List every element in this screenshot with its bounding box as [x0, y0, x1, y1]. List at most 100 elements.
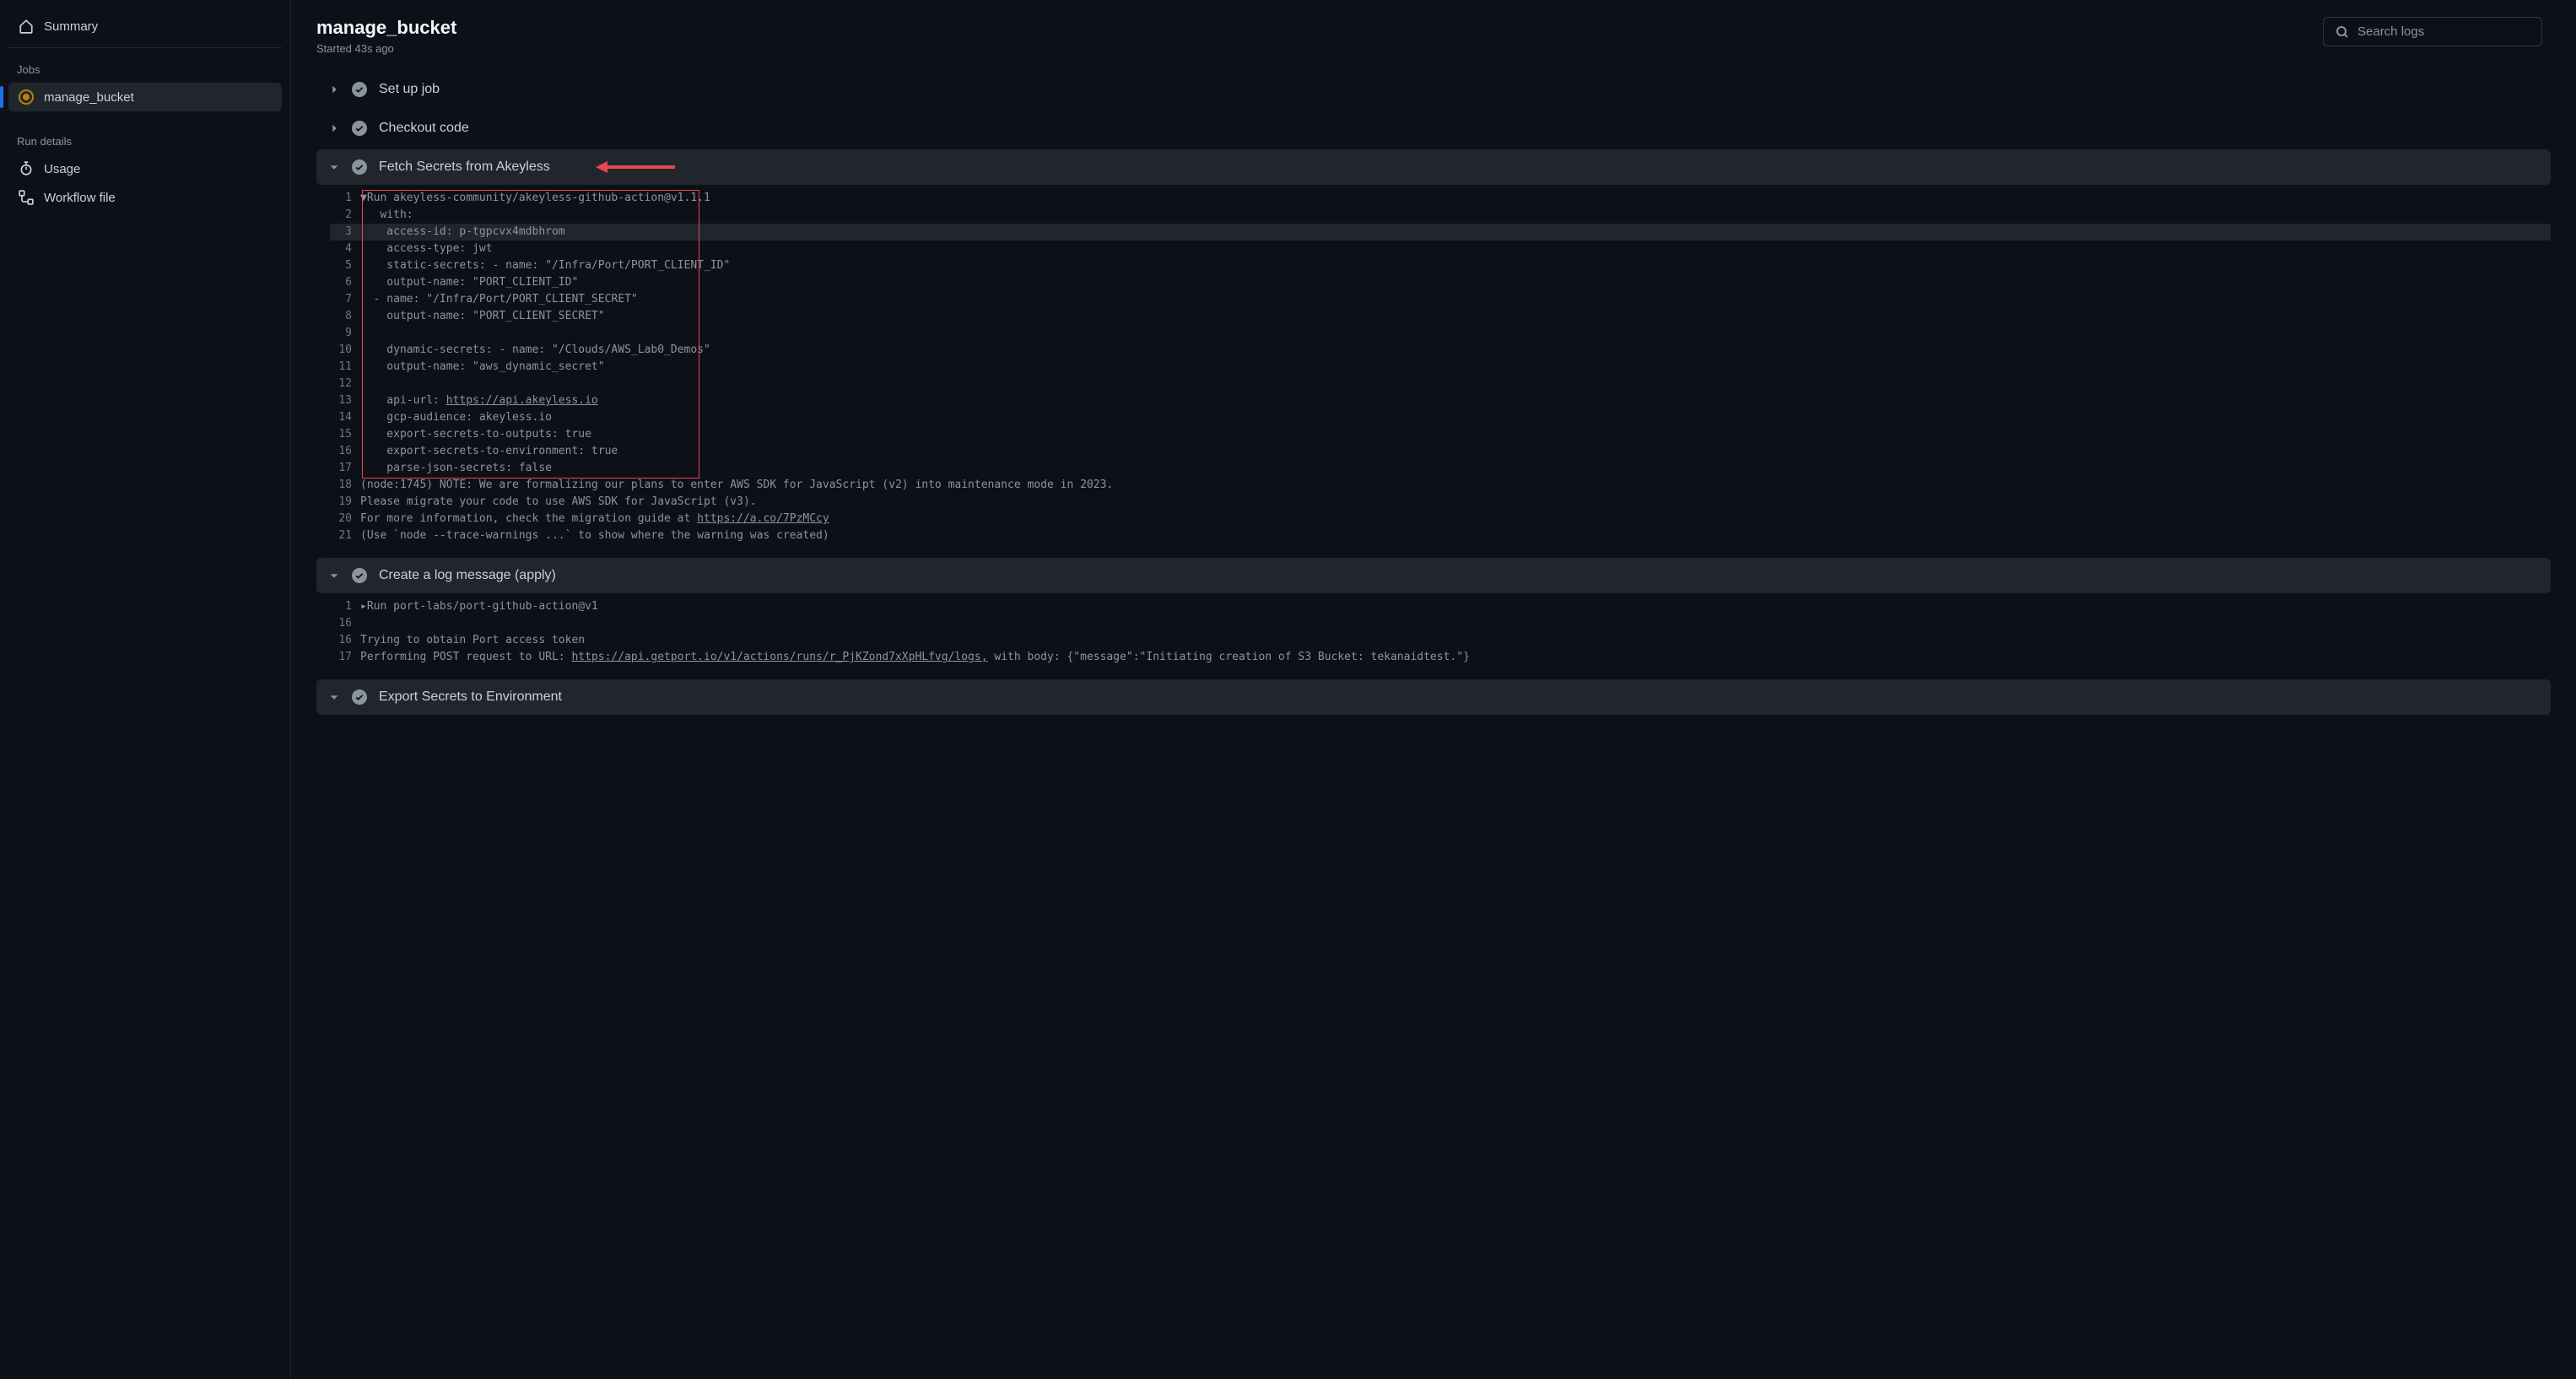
- line-number: 14: [330, 409, 360, 426]
- annotation-arrow: [596, 161, 675, 173]
- started-ago: Started 43s ago: [316, 42, 456, 55]
- log-link[interactable]: https://a.co/7PzMCcy: [697, 512, 829, 525]
- log-create-log-message: 1▸Run port-labs/port-github-action@v1161…: [330, 598, 2551, 666]
- log-line: 17Performing POST request to URL: https:…: [330, 649, 2551, 666]
- log-text: export-secrets-to-outputs: true: [360, 426, 2551, 443]
- log-line: 8 output-name: "PORT_CLIENT_SECRET": [330, 308, 2551, 325]
- log-line: 1▸Run port-labs/port-github-action@v1: [330, 598, 2551, 615]
- chevron-right-icon: [328, 84, 340, 95]
- sidebar-summary[interactable]: Summary: [8, 10, 282, 42]
- steps-list: Set up job Checkout code: [291, 72, 2576, 1379]
- log-line: 10 dynamic-secrets: - name: "/Clouds/AWS…: [330, 342, 2551, 359]
- sidebar-job-label: manage_bucket: [44, 90, 134, 105]
- log-text: export-secrets-to-environment: true: [360, 443, 2551, 460]
- step-label: Set up job: [379, 82, 440, 97]
- log-line: 20For more information, check the migrat…: [330, 511, 2551, 527]
- step-fetch-secrets[interactable]: Fetch Secrets from Akeyless: [316, 149, 2551, 185]
- sidebar-summary-label: Summary: [44, 19, 98, 34]
- line-number: 10: [330, 342, 360, 359]
- line-number: 4: [330, 241, 360, 257]
- line-number: 8: [330, 308, 360, 325]
- search-icon: [2336, 25, 2349, 39]
- log-text: Please migrate your code to use AWS SDK …: [360, 494, 2551, 511]
- log-text: ▼Run akeyless-community/akeyless-github-…: [360, 190, 2551, 207]
- log-line: 19Please migrate your code to use AWS SD…: [330, 494, 2551, 511]
- log-line: 17 parse-json-secrets: false: [330, 460, 2551, 477]
- sidebar-usage-label: Usage: [44, 162, 80, 176]
- check-icon: [352, 160, 367, 175]
- search-input[interactable]: [2357, 24, 2530, 39]
- log-text: (node:1745) NOTE: We are formalizing our…: [360, 477, 2551, 494]
- chevron-down-icon: [328, 691, 340, 703]
- log-line: 13 api-url: https://api.akeyless.io: [330, 392, 2551, 409]
- line-number: 16: [330, 632, 360, 649]
- log-text: output-name: "PORT_CLIENT_ID": [360, 274, 2551, 291]
- log-line: 12: [330, 376, 2551, 392]
- log-text: gcp-audience: akeyless.io: [360, 409, 2551, 426]
- log-line: 15 export-secrets-to-outputs: true: [330, 426, 2551, 443]
- line-number: 16: [330, 615, 360, 632]
- line-number: 16: [330, 443, 360, 460]
- log-line: 18(node:1745) NOTE: We are formalizing o…: [330, 477, 2551, 494]
- log-text: output-name: "aws_dynamic_secret": [360, 359, 2551, 376]
- log-line: 4 access-type: jwt: [330, 241, 2551, 257]
- log-link[interactable]: https://api.akeyless.io: [446, 394, 598, 407]
- log-line: 7 - name: "/Infra/Port/PORT_CLIENT_SECRE…: [330, 291, 2551, 308]
- line-number: 18: [330, 477, 360, 494]
- search-logs[interactable]: [2323, 17, 2542, 46]
- line-number: 2: [330, 207, 360, 224]
- line-number: 6: [330, 274, 360, 291]
- line-number: 17: [330, 460, 360, 477]
- header: manage_bucket Started 43s ago: [291, 0, 2576, 72]
- step-export-secrets[interactable]: Export Secrets to Environment: [316, 679, 2551, 715]
- log-line: 6 output-name: "PORT_CLIENT_ID": [330, 274, 2551, 291]
- log-line: 16: [330, 615, 2551, 632]
- home-icon: [19, 19, 34, 34]
- stopwatch-icon: [19, 161, 34, 176]
- log-line: 3 access-id: p-tgpcvx4mdbhrom: [330, 224, 2551, 241]
- log-text: Performing POST request to URL: https://…: [360, 649, 2551, 666]
- chevron-right-icon: [328, 122, 340, 134]
- line-number: 13: [330, 392, 360, 409]
- line-number: 19: [330, 494, 360, 511]
- log-line: 1▼Run akeyless-community/akeyless-github…: [330, 190, 2551, 207]
- check-icon: [352, 690, 367, 705]
- sidebar-usage[interactable]: Usage: [8, 154, 282, 183]
- step-setup-job[interactable]: Set up job: [316, 72, 2551, 107]
- line-number: 7: [330, 291, 360, 308]
- log-text: output-name: "PORT_CLIENT_SECRET": [360, 308, 2551, 325]
- log-line: 2 with:: [330, 207, 2551, 224]
- log-line: 5 static-secrets: - name: "/Infra/Port/P…: [330, 257, 2551, 274]
- log-text: Trying to obtain Port access token: [360, 632, 2551, 649]
- line-number: 17: [330, 649, 360, 666]
- log-text: with:: [360, 207, 2551, 224]
- check-icon: [352, 568, 367, 583]
- step-label: Fetch Secrets from Akeyless: [379, 160, 550, 175]
- log-text: - name: "/Infra/Port/PORT_CLIENT_SECRET": [360, 291, 2551, 308]
- log-line: 9: [330, 325, 2551, 342]
- step-create-log-message[interactable]: Create a log message (apply): [316, 558, 2551, 593]
- sidebar: Summary Jobs manage_bucket Run details U…: [0, 0, 291, 1379]
- step-label: Checkout code: [379, 121, 469, 136]
- log-link[interactable]: https://api.getport.io/v1/actions/runs/r…: [571, 651, 987, 663]
- jobs-heading: Jobs: [8, 57, 282, 83]
- line-number: 3: [330, 224, 360, 241]
- check-icon: [352, 121, 367, 136]
- step-label: Export Secrets to Environment: [379, 690, 562, 705]
- line-number: 11: [330, 359, 360, 376]
- log-line: 14 gcp-audience: akeyless.io: [330, 409, 2551, 426]
- main-panel: manage_bucket Started 43s ago Set up job: [291, 0, 2576, 1379]
- log-text: For more information, check the migratio…: [360, 511, 2551, 527]
- step-checkout-code[interactable]: Checkout code: [316, 111, 2551, 146]
- line-number: 1: [330, 190, 360, 207]
- log-line: 16 export-secrets-to-environment: true: [330, 443, 2551, 460]
- check-icon: [352, 82, 367, 97]
- log-text: ▸Run port-labs/port-github-action@v1: [360, 598, 2551, 615]
- status-running-icon: [19, 89, 34, 105]
- run-details-heading: Run details: [8, 128, 282, 154]
- sidebar-workflow-file[interactable]: Workflow file: [8, 183, 282, 212]
- line-number: 5: [330, 257, 360, 274]
- log-text: api-url: https://api.akeyless.io: [360, 392, 2551, 409]
- line-number: 1: [330, 598, 360, 615]
- sidebar-job-manage-bucket[interactable]: manage_bucket: [8, 83, 282, 111]
